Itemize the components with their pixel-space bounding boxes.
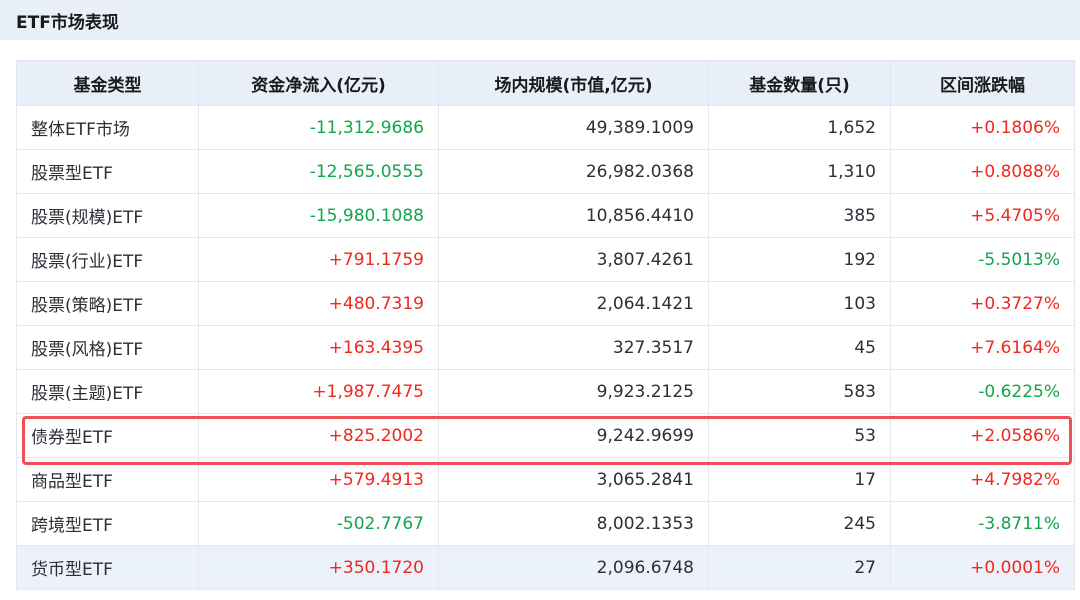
cell-market-scale: 3,065.2841 (438, 457, 709, 502)
table-row: 商品型ETF +579.4913 3,065.2841 17 +4.7982% (16, 457, 1075, 502)
section-title: ETF市场表现 (16, 12, 119, 33)
etf-performance-table-container: 基金类型 资金净流入(亿元) 场内规模(市值,亿元) 基金数量(只) 区间涨跌幅… (16, 60, 1075, 590)
cell-period-change: -0.6225% (890, 369, 1075, 414)
cell-period-change: +7.6164% (890, 325, 1075, 370)
cell-period-change: +2.0586% (890, 413, 1075, 458)
cell-market-scale: 26,982.0368 (438, 149, 709, 194)
cell-fund-type: 股票型ETF (16, 149, 199, 194)
cell-market-scale: 8,002.1353 (438, 501, 709, 546)
cell-fund-type: 跨境型ETF (16, 501, 199, 546)
column-header-period-change: 区间涨跌幅 (890, 60, 1075, 106)
cell-market-scale: 327.3517 (438, 325, 709, 370)
cell-net-inflow: -11,312.9686 (198, 105, 439, 150)
cell-market-scale: 9,242.9699 (438, 413, 709, 458)
cell-fund-type: 商品型ETF (16, 457, 199, 502)
table-row: 股票(行业)ETF +791.1759 3,807.4261 192 -5.5013% (16, 237, 1075, 282)
cell-net-inflow: +350.1720 (198, 545, 439, 590)
cell-fund-type: 债券型ETF (16, 413, 199, 458)
table-row: 股票(风格)ETF +163.4395 327.3517 45 +7.6164% (16, 325, 1075, 370)
cell-fund-count: 27 (708, 545, 891, 590)
cell-net-inflow: +825.2002 (198, 413, 439, 458)
table-body: 整体ETF市场 -11,312.9686 49,389.1009 1,652 +0.18… (16, 105, 1075, 590)
cell-period-change: +0.0001% (890, 545, 1075, 590)
column-header-net-inflow: 资金净流入(亿元) (198, 60, 439, 106)
cell-period-change: +5.4705% (890, 193, 1075, 238)
cell-fund-type: 股票(策略)ETF (16, 281, 199, 326)
cell-fund-count: 45 (708, 325, 891, 370)
table-row: 股票(规模)ETF -15,980.1088 10,856.4410 385 +5.47… (16, 193, 1075, 238)
cell-fund-count: 1,310 (708, 149, 891, 194)
table-header-row: 基金类型 资金净流入(亿元) 场内规模(市值,亿元) 基金数量(只) 区间涨跌幅 (16, 60, 1075, 106)
cell-fund-count: 1,652 (708, 105, 891, 150)
cell-fund-count: 583 (708, 369, 891, 414)
table-row: 整体ETF市场 -11,312.9686 49,389.1009 1,652 +0.18… (16, 105, 1075, 150)
cell-net-inflow: -502.7767 (198, 501, 439, 546)
cell-fund-count: 17 (708, 457, 891, 502)
cell-fund-type: 整体ETF市场 (16, 105, 199, 150)
cell-market-scale: 49,389.1009 (438, 105, 709, 150)
cell-market-scale: 3,807.4261 (438, 237, 709, 282)
section-header: ETF市场表现 (0, 0, 1080, 40)
column-header-market-scale: 场内规模(市值,亿元) (438, 60, 709, 106)
cell-fund-count: 245 (708, 501, 891, 546)
column-header-fund-type: 基金类型 (16, 60, 199, 106)
table-row: 股票(策略)ETF +480.7319 2,064.1421 103 +0.3727% (16, 281, 1075, 326)
cell-fund-count: 103 (708, 281, 891, 326)
column-header-fund-count: 基金数量(只) (708, 60, 891, 106)
cell-fund-count: 53 (708, 413, 891, 458)
cell-net-inflow: +1,987.7475 (198, 369, 439, 414)
cell-period-change: +0.8088% (890, 149, 1075, 194)
cell-fund-count: 192 (708, 237, 891, 282)
cell-market-scale: 2,096.6748 (438, 545, 709, 590)
table-row: 股票(主题)ETF +1,987.7475 9,923.2125 583 -0.6225… (16, 369, 1075, 414)
cell-fund-type: 股票(风格)ETF (16, 325, 199, 370)
cell-fund-type: 货币型ETF (16, 545, 199, 590)
cell-fund-type: 股票(规模)ETF (16, 193, 199, 238)
cell-period-change: -3.8711% (890, 501, 1075, 546)
cell-market-scale: 10,856.4410 (438, 193, 709, 238)
cell-fund-type: 股票(主题)ETF (16, 369, 199, 414)
cell-period-change: +4.7982% (890, 457, 1075, 502)
cell-period-change: +0.3727% (890, 281, 1075, 326)
cell-net-inflow: -12,565.0555 (198, 149, 439, 194)
cell-net-inflow: +579.4913 (198, 457, 439, 502)
cell-net-inflow: -15,980.1088 (198, 193, 439, 238)
cell-net-inflow: +480.7319 (198, 281, 439, 326)
cell-net-inflow: +163.4395 (198, 325, 439, 370)
cell-market-scale: 2,064.1421 (438, 281, 709, 326)
table-row: 跨境型ETF -502.7767 8,002.1353 245 -3.8711% (16, 501, 1075, 546)
table-row: 股票型ETF -12,565.0555 26,982.0368 1,310 +0.808… (16, 149, 1075, 194)
table-row: 债券型ETF +825.2002 9,242.9699 53 +2.0586% (16, 413, 1075, 458)
cell-fund-count: 385 (708, 193, 891, 238)
cell-period-change: -5.5013% (890, 237, 1075, 282)
cell-net-inflow: +791.1759 (198, 237, 439, 282)
cell-fund-type: 股票(行业)ETF (16, 237, 199, 282)
cell-market-scale: 9,923.2125 (438, 369, 709, 414)
cell-period-change: +0.1806% (890, 105, 1075, 150)
table-row: 货币型ETF +350.1720 2,096.6748 27 +0.0001% (16, 545, 1075, 590)
etf-performance-table: 基金类型 资金净流入(亿元) 场内规模(市值,亿元) 基金数量(只) 区间涨跌幅… (16, 60, 1075, 590)
